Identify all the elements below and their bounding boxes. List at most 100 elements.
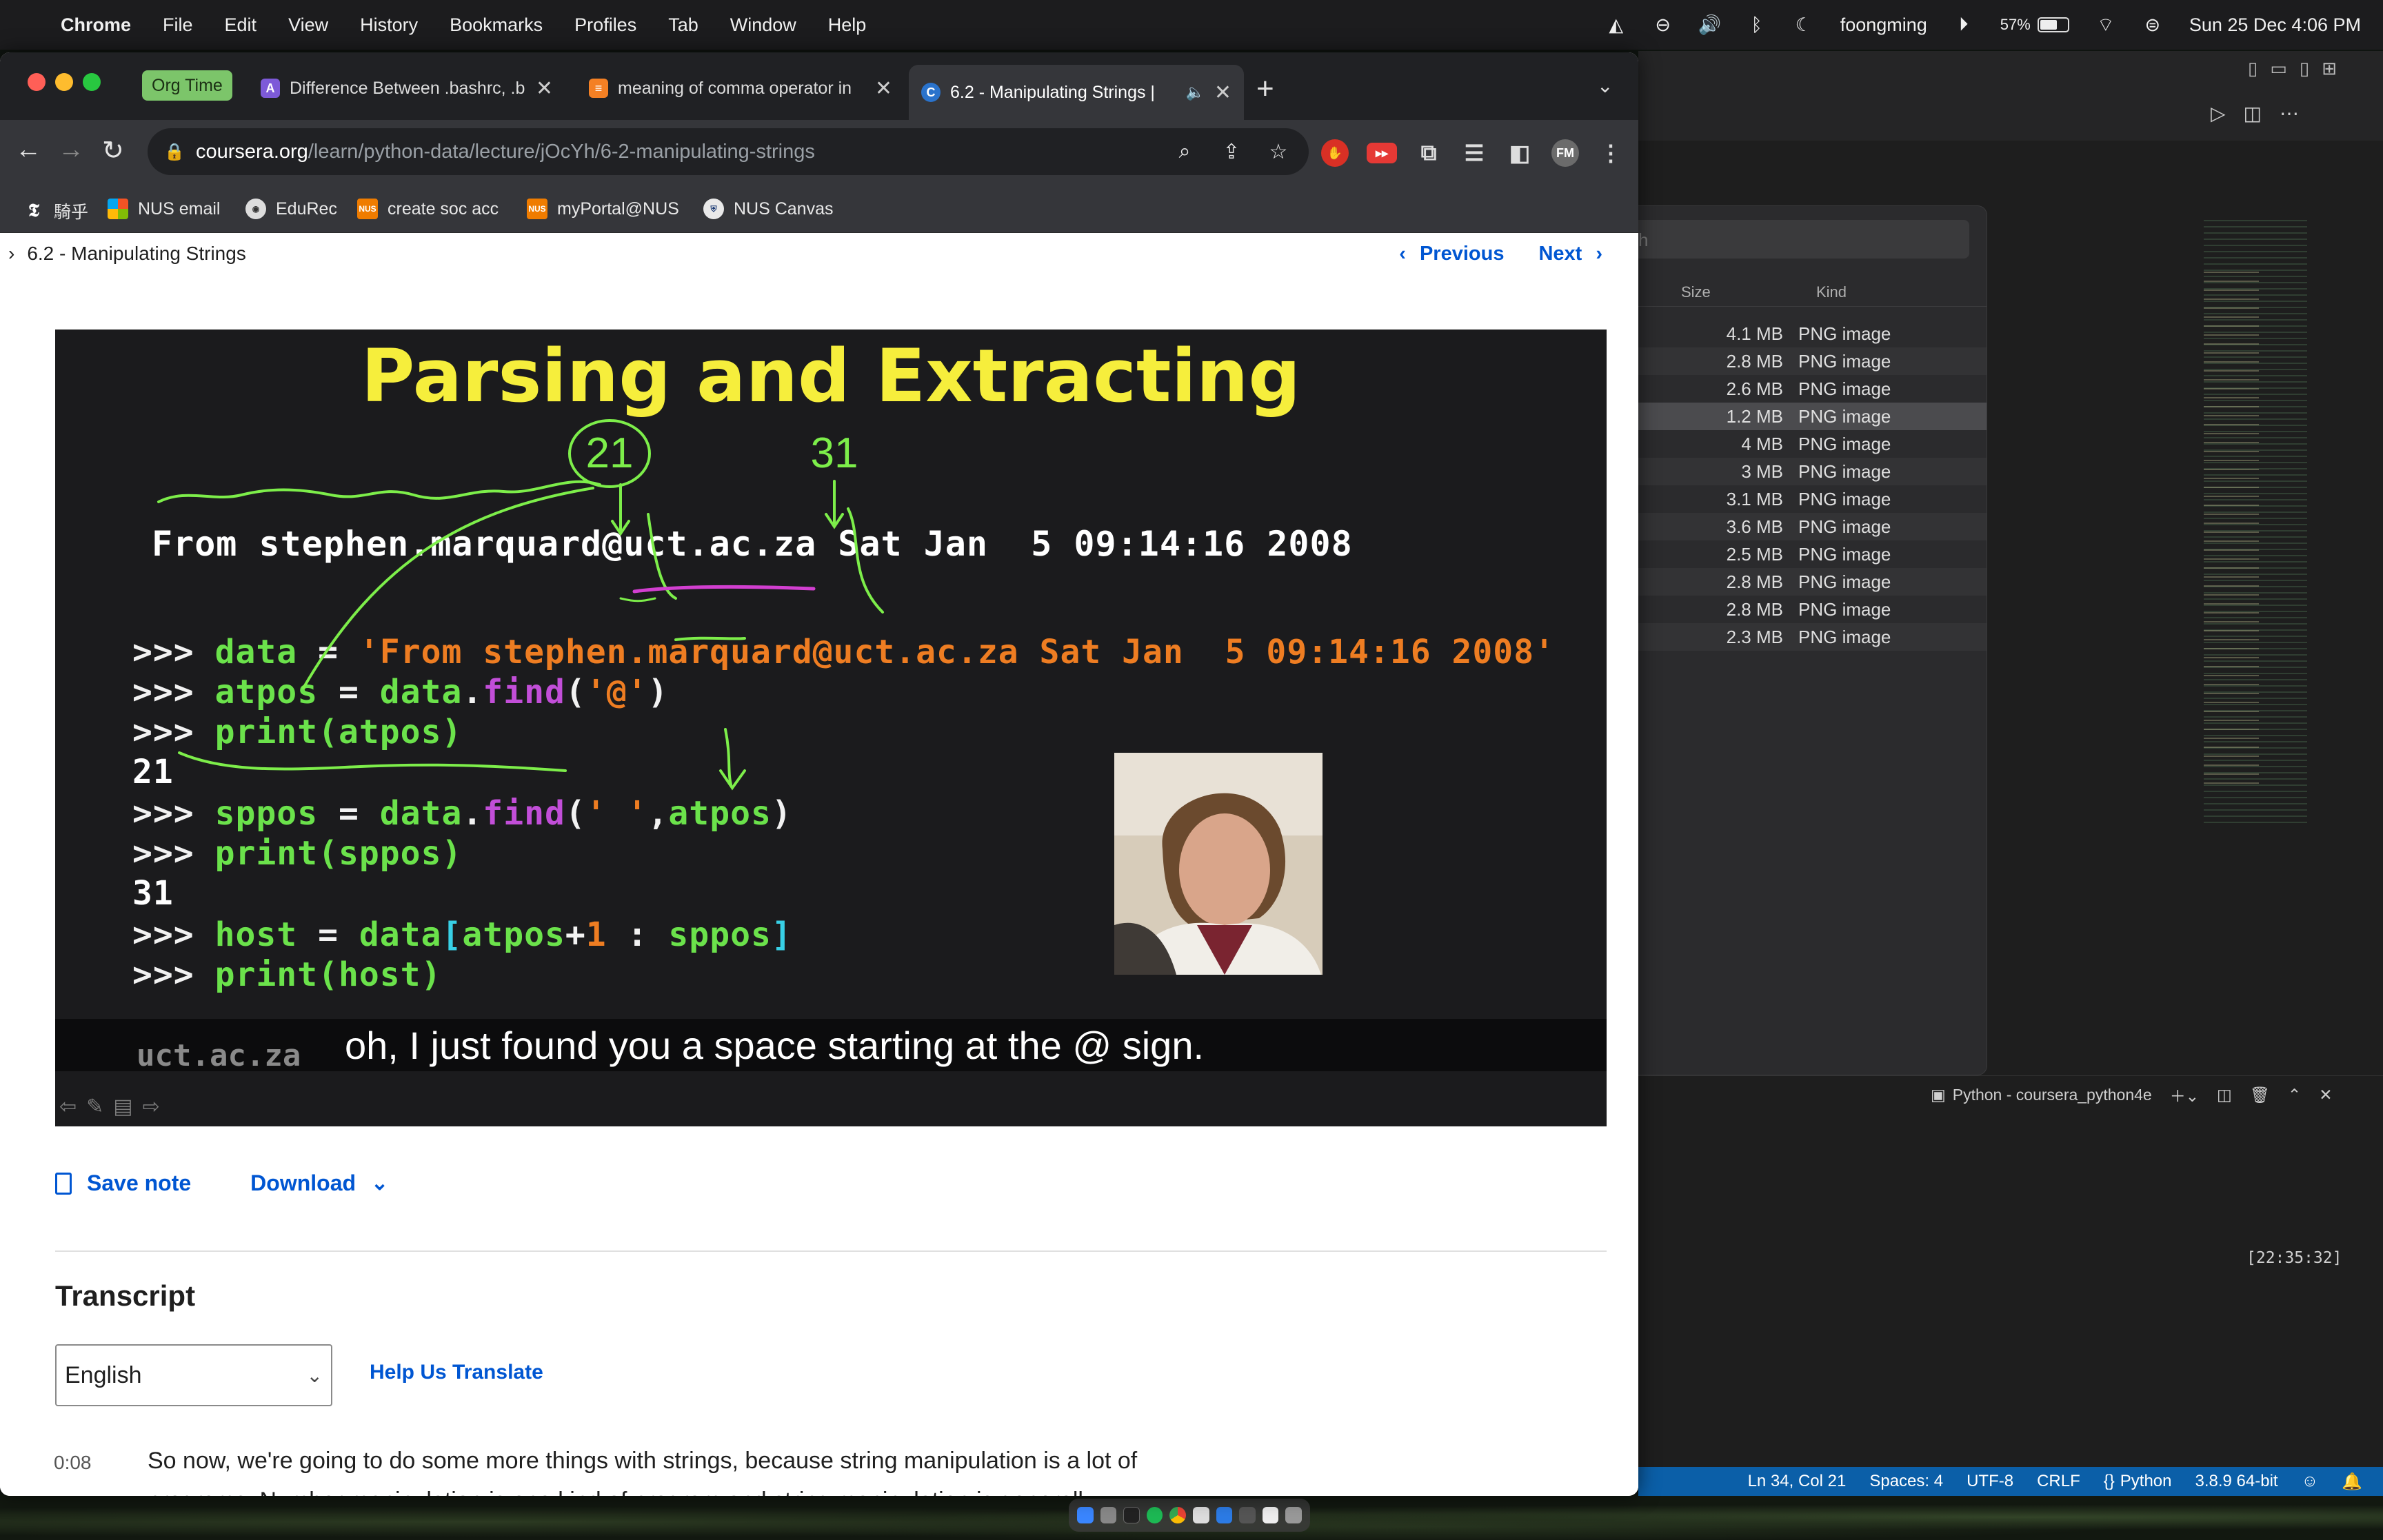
bookmark-nus-email[interactable]: NUS email [108,199,220,219]
status-language[interactable]: {} Python [2104,1472,2172,1491]
transcript-text[interactable]: So now, we're going to do some more thin… [148,1441,1168,1496]
tab-comma-operator[interactable]: ≡ meaning of comma operator in ✕ [576,66,905,110]
menubar-datetime[interactable]: Sun 25 Dec 4:06 PM [2189,14,2361,36]
bookmark-star-icon[interactable]: ☆ [1265,138,1292,165]
layout-secondary-icon[interactable]: ▯ [2300,58,2309,79]
transcript-timestamp[interactable]: 0:08 [54,1452,92,1474]
close-panel-icon[interactable]: ✕ [2319,1086,2332,1104]
bookmark-myportal[interactable]: NUS myPortal@NUS [527,199,679,219]
close-tab-icon[interactable]: ✕ [1214,81,1231,105]
notifications-bell-icon[interactable]: 🔔 [2342,1472,2362,1492]
tab-group-org-time[interactable]: Org Time [142,70,232,101]
layout-sidebar-icon[interactable]: ▯ [2248,58,2258,79]
feedback-icon[interactable]: ☺ [2302,1472,2319,1491]
forward-arrow-icon[interactable]: → [58,135,84,165]
finder-file-row[interactable]: 1.2 MB PNG image [1638,403,1987,430]
close-tab-icon[interactable]: ✕ [875,77,892,101]
drive-icon[interactable]: ◭ [1606,14,1627,35]
tab-search-chevron-icon[interactable]: ⌄ [1597,74,1613,97]
pencil-icon[interactable]: ✎ [86,1095,103,1119]
save-note-button[interactable]: Save note [55,1171,191,1196]
menu-bookmarks[interactable]: Bookmarks [450,14,543,36]
tab-manipulating-strings[interactable]: C 6.2 - Manipulating Strings | 🔈 ✕ [909,65,1244,120]
url-text[interactable]: coursera.org/learn/python-data/lecture/j… [196,141,815,163]
finder-file-row[interactable]: 2.8 MB PNG image [1638,347,1987,375]
status-cursor-position[interactable]: Ln 34, Col 21 [1748,1472,1847,1491]
menu-window[interactable]: Window [730,14,796,36]
help-us-translate-link[interactable]: Help Us Translate [370,1361,543,1384]
finder-file-row[interactable]: 2.3 MB PNG image [1638,623,1987,651]
side-panel-icon[interactable]: ◧ [1506,139,1534,167]
menu-history[interactable]: History [360,14,418,36]
terminal-tab[interactable]: ▣ Python - coursera_python4e [1931,1086,2152,1104]
menubar-username[interactable]: foongming [1840,14,1927,36]
zoom-window-button[interactable] [83,73,101,91]
finder-file-row[interactable]: 2.8 MB PNG image [1638,596,1987,623]
vpn-icon[interactable]: ⊖ [1653,14,1673,35]
volume-icon[interactable]: 🔊 [1698,14,1722,35]
more-actions-icon[interactable]: ⋯ [2280,102,2299,125]
spotify-dock-icon[interactable] [1146,1507,1163,1523]
zoom-search-icon[interactable]: ⌕ [1171,138,1198,165]
column-size[interactable]: Size [1681,283,1711,301]
status-interpreter[interactable]: 3.8.9 64-bit [2195,1472,2278,1491]
notes-icon[interactable]: ▤ [113,1095,132,1119]
vscode-dock-icon[interactable] [1216,1507,1233,1523]
status-encoding[interactable]: UTF-8 [1967,1472,2013,1491]
lock-icon[interactable]: 🔒 [164,142,185,162]
battery-status[interactable]: 57% [2000,16,2069,34]
finder-file-row[interactable]: 3 MB PNG image [1638,458,1987,485]
finder-file-row[interactable]: 2.6 MB PNG image [1638,375,1987,403]
app-menu[interactable]: Chrome [61,14,131,36]
finder-search-field[interactable]: h [1638,220,1969,259]
preview-dock-icon[interactable] [1193,1507,1209,1523]
media-queue-icon[interactable]: ☰ [1460,139,1488,167]
layout-customize-icon[interactable]: ⊞ [2322,58,2337,79]
hand-extension-icon[interactable]: ✋ [1321,139,1349,167]
finder-file-row[interactable]: 2.5 MB PNG image [1638,540,1987,568]
breadcrumb[interactable]: › 6.2 - Manipulating Strings [8,243,246,265]
play-icon[interactable]: ⏵ [1953,14,1974,35]
maximize-panel-icon[interactable]: ⌃ [2288,1086,2301,1104]
download-button[interactable]: Download ⌄ [250,1171,388,1196]
status-indentation[interactable]: Spaces: 4 [1869,1472,1943,1491]
run-icon[interactable]: ▷ [2211,102,2226,125]
bookmark-nyt[interactable]: 𝕿 騎乎 [23,199,88,223]
video-speed-extension-icon[interactable]: ▸▸ [1367,143,1397,163]
back-arrow-icon[interactable]: ← [15,135,41,165]
wifi-icon[interactable]: ⌔ [2095,14,2116,35]
split-editor-icon[interactable]: ◫ [2244,102,2262,125]
finder-file-row[interactable]: 2.8 MB PNG image [1638,568,1987,596]
rewind-icon[interactable]: ⇦ [59,1095,77,1119]
chrome-menu-icon[interactable]: ⋮ [1597,139,1625,167]
finder-file-row[interactable]: 3.1 MB PNG image [1638,485,1987,513]
next-button[interactable]: Next › [1538,243,1602,265]
launchpad-dock-icon[interactable] [1100,1507,1117,1523]
forward-icon[interactable]: ⇨ [143,1095,160,1119]
finder-dock-icon[interactable] [1077,1507,1094,1523]
menu-file[interactable]: File [163,14,193,36]
close-tab-icon[interactable]: ✕ [536,77,553,101]
close-window-button[interactable] [28,73,46,91]
previous-button[interactable]: ‹ Previous [1399,243,1504,265]
column-kind[interactable]: Kind [1816,283,1847,301]
reload-icon[interactable]: ↻ [102,135,124,166]
focus-moon-icon[interactable]: ☾ [1793,14,1814,35]
minimize-window-button[interactable] [55,73,73,91]
bookmark-nus-canvas[interactable]: ⛨ NUS Canvas [703,199,834,219]
status-eol[interactable]: CRLF [2037,1472,2080,1491]
menu-view[interactable]: View [288,14,328,36]
menu-edit[interactable]: Edit [225,14,257,36]
bluetooth-icon[interactable]: ᛒ [1747,14,1767,35]
chrome-dock-icon[interactable] [1169,1507,1186,1523]
bookmark-edurec[interactable]: ◉ EduRec [245,199,337,219]
terminal-dock-icon[interactable] [1123,1507,1140,1523]
new-tab-button[interactable]: + [1256,72,1274,106]
speaker-icon[interactable]: 🔈 [1185,83,1204,101]
puzzle-extensions-icon[interactable]: ⧉ [1415,139,1442,167]
split-terminal-icon[interactable]: ◫ [2217,1086,2232,1104]
finder-file-row[interactable]: 4.1 MB PNG image [1638,320,1987,347]
bookmark-create-soc-acc[interactable]: NUS create soc acc [357,199,499,219]
transcript-language-select[interactable]: English ⌄ [55,1344,332,1406]
share-icon[interactable]: ⇪ [1218,138,1245,165]
